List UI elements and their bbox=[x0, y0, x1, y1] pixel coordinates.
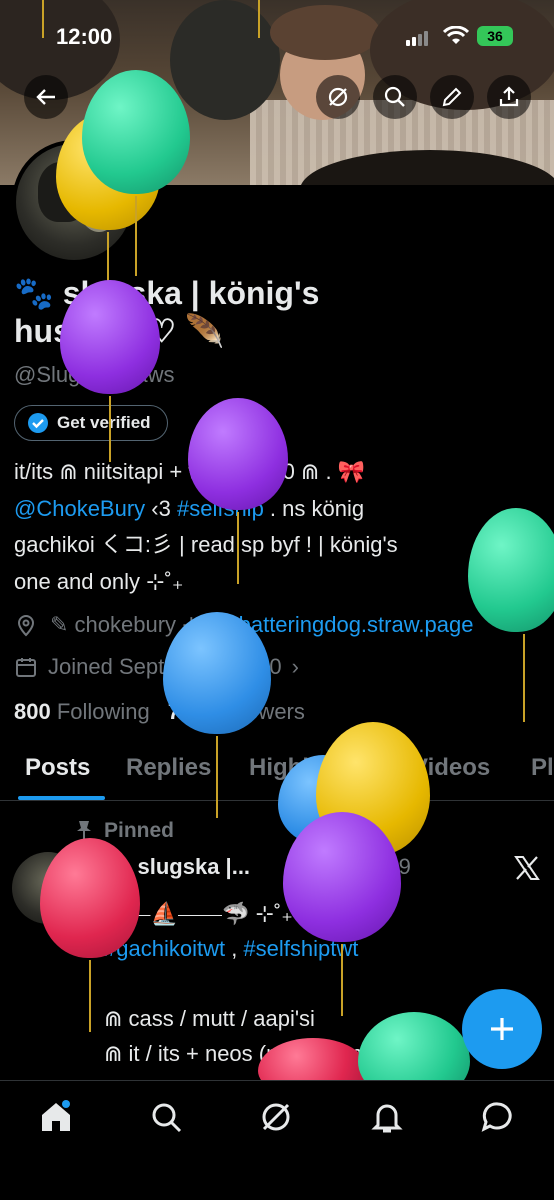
back-arrow-icon bbox=[36, 89, 55, 105]
status-time: 12:00 bbox=[56, 24, 113, 49]
status-bar: 12:00 36 bbox=[0, 22, 554, 52]
balloon-red bbox=[40, 838, 140, 958]
balloon-string bbox=[109, 396, 111, 462]
balloon-purple bbox=[283, 812, 401, 942]
edit-button[interactable] bbox=[430, 75, 474, 119]
balloon-purple bbox=[188, 398, 288, 510]
location-icon bbox=[17, 615, 35, 637]
post-text: , bbox=[225, 936, 244, 961]
bell-icon[interactable] bbox=[369, 1099, 405, 1135]
share-icon bbox=[499, 86, 519, 107]
bottom-nav bbox=[0, 1080, 554, 1200]
balloon-string bbox=[341, 944, 343, 1016]
balloon-string bbox=[237, 512, 239, 584]
edit-icon bbox=[442, 87, 462, 107]
balloon-green bbox=[82, 70, 190, 194]
bio-mention-link[interactable]: @ChokeBury bbox=[14, 496, 145, 521]
battery-indicator: 36 bbox=[477, 26, 513, 46]
balloon-string bbox=[258, 0, 260, 38]
get-verified-label: Get verified bbox=[57, 413, 151, 432]
tab-replies[interactable]: Replies bbox=[126, 754, 211, 782]
share-button[interactable] bbox=[487, 75, 531, 119]
balloon-string bbox=[89, 960, 91, 1032]
balloon-blue bbox=[163, 612, 271, 734]
x-logo-icon[interactable] bbox=[514, 856, 540, 880]
active-tab-indicator bbox=[18, 796, 105, 800]
balloon-string bbox=[216, 736, 218, 818]
grok-icon[interactable] bbox=[258, 1099, 294, 1135]
chevron-right-icon: › bbox=[291, 654, 299, 679]
compose-button[interactable] bbox=[462, 989, 542, 1069]
bio-line-4: one and only ⊹˚₊ bbox=[14, 568, 184, 594]
search-icon[interactable] bbox=[148, 1099, 184, 1135]
following-label: Following bbox=[56, 699, 150, 724]
messages-icon[interactable] bbox=[480, 1099, 516, 1135]
tab-more[interactable]: Pl bbox=[531, 754, 554, 782]
search-button[interactable] bbox=[373, 75, 417, 119]
bio-line-3: gachikoi くコ:彡 | read sp byf ! | könig's bbox=[14, 532, 398, 557]
profile-website-link[interactable]: batteringdog.straw.page bbox=[239, 612, 474, 638]
calendar-icon bbox=[16, 658, 36, 677]
signal-icon bbox=[406, 28, 430, 46]
bio-text: . ns könig bbox=[263, 495, 365, 521]
grok-icon bbox=[328, 87, 348, 107]
grok-button[interactable] bbox=[316, 75, 360, 119]
bio-line-2: @ChokeBury ‹3 #selfship . ns könig bbox=[14, 491, 544, 528]
bio-text: ‹3 bbox=[145, 495, 177, 521]
following-link[interactable]: 800 Following bbox=[14, 699, 150, 724]
wifi-icon bbox=[443, 26, 469, 44]
back-button[interactable] bbox=[24, 75, 68, 119]
banner-figure-mid bbox=[170, 0, 280, 120]
balloon-string bbox=[523, 634, 525, 722]
plus-icon bbox=[491, 1018, 513, 1040]
balloon-string bbox=[42, 0, 44, 38]
balloon-purple bbox=[60, 280, 160, 394]
tab-posts[interactable]: Posts bbox=[25, 754, 90, 782]
balloon-string bbox=[135, 196, 137, 276]
pinned-label: Pinned bbox=[104, 819, 175, 842]
following-count: 800 bbox=[14, 699, 51, 724]
search-icon bbox=[384, 86, 405, 107]
profile-tabs: Posts Replies Highlights Videos Pl bbox=[0, 748, 554, 801]
home-icon[interactable] bbox=[38, 1099, 74, 1135]
verified-badge-icon bbox=[28, 413, 48, 433]
get-verified-button[interactable]: Get verified bbox=[14, 405, 168, 441]
